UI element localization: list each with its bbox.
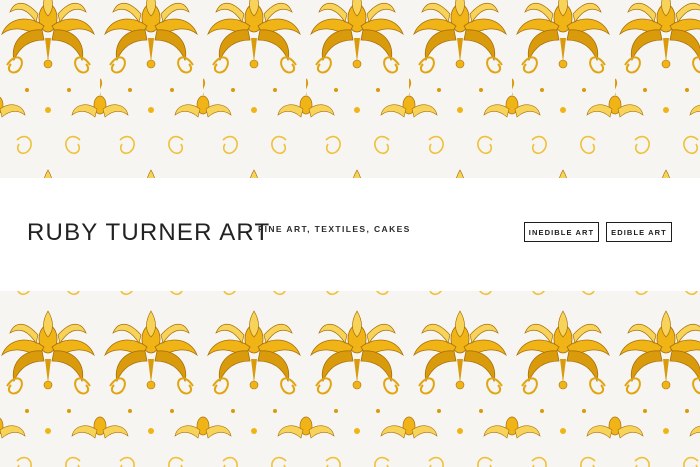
nav-button-edible-art[interactable]: EDIBLE ART xyxy=(606,222,672,242)
damask-pattern-top xyxy=(0,0,700,178)
damask-background-bottom xyxy=(0,291,700,467)
nav-button-inedible-art[interactable]: INEDIBLE ART xyxy=(524,222,599,242)
damask-background-top xyxy=(0,0,700,178)
site-title[interactable]: RUBY TURNER ART xyxy=(27,219,270,247)
site-tagline: FINE ART, TEXTILES, CAKES xyxy=(258,224,411,234)
damask-pattern-bottom xyxy=(0,291,700,467)
